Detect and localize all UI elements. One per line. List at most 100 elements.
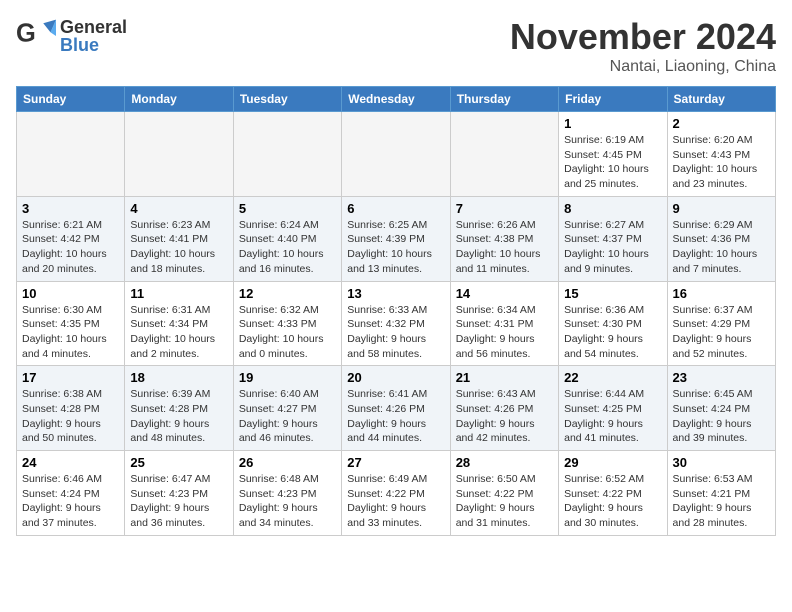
- day-number: 30: [673, 455, 770, 470]
- day-number: 7: [456, 201, 553, 216]
- calendar-day-cell: 14 Sunrise: 6:34 AMSunset: 4:31 PMDayligh…: [450, 281, 558, 366]
- day-number: 5: [239, 201, 336, 216]
- day-info: Sunrise: 6:34 AMSunset: 4:31 PMDaylight:…: [456, 303, 553, 362]
- day-info: Sunrise: 6:40 AMSunset: 4:27 PMDaylight:…: [239, 387, 336, 446]
- day-info: Sunrise: 6:41 AMSunset: 4:26 PMDaylight:…: [347, 387, 444, 446]
- page-header: G General Blue November 2024 Nantai, Lia…: [16, 16, 776, 76]
- day-info: Sunrise: 6:36 AMSunset: 4:30 PMDaylight:…: [564, 303, 661, 362]
- day-number: 10: [22, 286, 119, 301]
- weekday-header-friday: Friday: [559, 87, 667, 112]
- day-number: 21: [456, 370, 553, 385]
- calendar-week-row: 3Sunrise: 6:21 AMSunset: 4:42 PMDaylight…: [17, 196, 776, 281]
- calendar-day-cell: 11 Sunrise: 6:31 AMSunset: 4:34 PMDayligh…: [125, 281, 233, 366]
- svg-text:G: G: [16, 19, 36, 47]
- day-info: Sunrise: 6:44 AMSunset: 4:25 PMDaylight:…: [564, 387, 661, 446]
- calendar-day-cell: 28 Sunrise: 6:50 AMSunset: 4:22 PMDayligh…: [450, 451, 558, 536]
- weekday-header-sunday: Sunday: [17, 87, 125, 112]
- calendar-day-cell: 21Sunrise: 6:43 AMSunset: 4:26 PMDayligh…: [450, 366, 558, 451]
- day-number: 14: [456, 286, 553, 301]
- calendar-table: SundayMondayTuesdayWednesdayThursdayFrid…: [16, 86, 776, 536]
- day-number: 22: [564, 370, 661, 385]
- calendar-day-cell: 10Sunrise: 6:30 AMSunset: 4:35 PMDayligh…: [17, 281, 125, 366]
- calendar-day-cell: 17 Sunrise: 6:38 AMSunset: 4:28 PMDayligh…: [17, 366, 125, 451]
- weekday-header-wednesday: Wednesday: [342, 87, 450, 112]
- weekday-header-monday: Monday: [125, 87, 233, 112]
- calendar-week-row: 10Sunrise: 6:30 AMSunset: 4:35 PMDayligh…: [17, 281, 776, 366]
- day-info: Sunrise: 6:39 AMSunset: 4:28 PMDaylight:…: [130, 387, 227, 446]
- empty-cell: [125, 112, 233, 197]
- calendar-day-cell: 29 Sunrise: 6:52 AMSunset: 4:22 PMDayligh…: [559, 451, 667, 536]
- day-number: 28: [456, 455, 553, 470]
- empty-cell: [17, 112, 125, 197]
- day-number: 11: [130, 286, 227, 301]
- day-number: 15: [564, 286, 661, 301]
- month-title: November 2024: [510, 16, 776, 58]
- day-info: Sunrise: 6:20 AMSunset: 4:43 PMDaylight:…: [673, 133, 770, 192]
- calendar-day-cell: 4 Sunrise: 6:23 AMSunset: 4:41 PMDaylight…: [125, 196, 233, 281]
- empty-cell: [450, 112, 558, 197]
- day-number: 6: [347, 201, 444, 216]
- calendar-day-cell: 12Sunrise: 6:32 AMSunset: 4:33 PMDayligh…: [233, 281, 341, 366]
- day-info: Sunrise: 6:45 AMSunset: 4:24 PMDaylight:…: [673, 387, 770, 446]
- day-info: Sunrise: 6:48 AMSunset: 4:23 PMDaylight:…: [239, 472, 336, 531]
- day-number: 2: [673, 116, 770, 131]
- day-info: Sunrise: 6:49 AMSunset: 4:22 PMDaylight:…: [347, 472, 444, 531]
- weekday-header-saturday: Saturday: [667, 87, 775, 112]
- day-info: Sunrise: 6:38 AMSunset: 4:28 PMDaylight:…: [22, 387, 119, 446]
- day-info: Sunrise: 6:46 AMSunset: 4:24 PMDaylight:…: [22, 472, 119, 531]
- day-info: Sunrise: 6:31 AMSunset: 4:34 PMDaylight:…: [130, 303, 227, 362]
- calendar-day-cell: 13Sunrise: 6:33 AMSunset: 4:32 PMDayligh…: [342, 281, 450, 366]
- day-number: 18: [130, 370, 227, 385]
- day-info: Sunrise: 6:53 AMSunset: 4:21 PMDaylight:…: [673, 472, 770, 531]
- calendar-day-cell: 5Sunrise: 6:24 AMSunset: 4:40 PMDaylight…: [233, 196, 341, 281]
- calendar-day-cell: 16 Sunrise: 6:37 AMSunset: 4:29 PMDayligh…: [667, 281, 775, 366]
- logo-general: General: [60, 18, 127, 36]
- calendar-day-cell: 2 Sunrise: 6:20 AMSunset: 4:43 PMDaylight…: [667, 112, 775, 197]
- calendar-day-cell: 25Sunrise: 6:47 AMSunset: 4:23 PMDayligh…: [125, 451, 233, 536]
- day-info: Sunrise: 6:52 AMSunset: 4:22 PMDaylight:…: [564, 472, 661, 531]
- day-number: 8: [564, 201, 661, 216]
- logo-text: General Blue: [60, 18, 127, 54]
- logo-icon: G: [16, 16, 56, 56]
- day-info: Sunrise: 6:50 AMSunset: 4:22 PMDaylight:…: [456, 472, 553, 531]
- calendar-day-cell: 9Sunrise: 6:29 AMSunset: 4:36 PMDaylight…: [667, 196, 775, 281]
- calendar-day-cell: 23 Sunrise: 6:45 AMSunset: 4:24 PMDayligh…: [667, 366, 775, 451]
- day-number: 4: [130, 201, 227, 216]
- calendar-day-cell: 6 Sunrise: 6:25 AMSunset: 4:39 PMDaylight…: [342, 196, 450, 281]
- calendar-day-cell: 8 Sunrise: 6:27 AMSunset: 4:37 PMDaylight…: [559, 196, 667, 281]
- weekday-header-row: SundayMondayTuesdayWednesdayThursdayFrid…: [17, 87, 776, 112]
- day-number: 23: [673, 370, 770, 385]
- day-number: 16: [673, 286, 770, 301]
- day-info: Sunrise: 6:37 AMSunset: 4:29 PMDaylight:…: [673, 303, 770, 362]
- calendar-day-cell: 19 Sunrise: 6:40 AMSunset: 4:27 PMDayligh…: [233, 366, 341, 451]
- calendar-day-cell: 7 Sunrise: 6:26 AMSunset: 4:38 PMDaylight…: [450, 196, 558, 281]
- day-info: Sunrise: 6:27 AMSunset: 4:37 PMDaylight:…: [564, 218, 661, 277]
- calendar-week-row: 24 Sunrise: 6:46 AMSunset: 4:24 PMDayligh…: [17, 451, 776, 536]
- day-number: 19: [239, 370, 336, 385]
- day-number: 20: [347, 370, 444, 385]
- day-number: 27: [347, 455, 444, 470]
- empty-cell: [342, 112, 450, 197]
- calendar-day-cell: 22 Sunrise: 6:44 AMSunset: 4:25 PMDayligh…: [559, 366, 667, 451]
- weekday-header-thursday: Thursday: [450, 87, 558, 112]
- day-info: Sunrise: 6:21 AMSunset: 4:42 PMDaylight:…: [22, 218, 119, 277]
- calendar-day-cell: 3Sunrise: 6:21 AMSunset: 4:42 PMDaylight…: [17, 196, 125, 281]
- day-number: 12: [239, 286, 336, 301]
- calendar-day-cell: 26Sunrise: 6:48 AMSunset: 4:23 PMDayligh…: [233, 451, 341, 536]
- day-info: Sunrise: 6:29 AMSunset: 4:36 PMDaylight:…: [673, 218, 770, 277]
- day-number: 29: [564, 455, 661, 470]
- empty-cell: [233, 112, 341, 197]
- calendar-day-cell: 30 Sunrise: 6:53 AMSunset: 4:21 PMDayligh…: [667, 451, 775, 536]
- day-info: Sunrise: 6:25 AMSunset: 4:39 PMDaylight:…: [347, 218, 444, 277]
- day-info: Sunrise: 6:26 AMSunset: 4:38 PMDaylight:…: [456, 218, 553, 277]
- logo-blue: Blue: [60, 36, 127, 54]
- day-number: 17: [22, 370, 119, 385]
- location: Nantai, Liaoning, China: [510, 58, 776, 76]
- day-number: 24: [22, 455, 119, 470]
- calendar-day-cell: 18 Sunrise: 6:39 AMSunset: 4:28 PMDayligh…: [125, 366, 233, 451]
- day-info: Sunrise: 6:33 AMSunset: 4:32 PMDaylight:…: [347, 303, 444, 362]
- calendar-day-cell: 24 Sunrise: 6:46 AMSunset: 4:24 PMDayligh…: [17, 451, 125, 536]
- title-block: November 2024 Nantai, Liaoning, China: [510, 16, 776, 76]
- day-info: Sunrise: 6:23 AMSunset: 4:41 PMDaylight:…: [130, 218, 227, 277]
- calendar-day-cell: 1Sunrise: 6:19 AMSunset: 4:45 PMDaylight…: [559, 112, 667, 197]
